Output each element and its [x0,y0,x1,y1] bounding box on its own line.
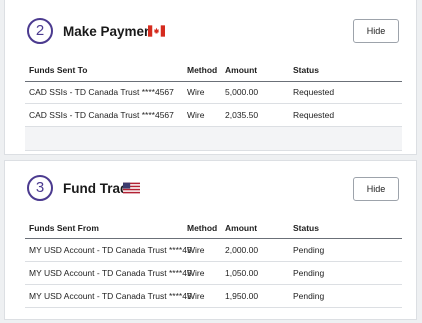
row-method: Wire [187,291,205,301]
fund-trade-card: 3 Fund Trade Hide Funds Sent From Method… [4,160,417,320]
row-method: Wire [187,245,205,255]
row-divider [25,284,402,285]
column-header-status: Status [293,65,319,75]
step-number-badge: 2 [27,18,53,44]
row-method: Wire [187,268,205,278]
row-account: MY USD Account - TD Canada Trust ****45 [29,268,192,278]
column-header-amount: Amount [225,65,258,75]
row-divider [25,261,402,262]
row-account: CAD SSIs - TD Canada Trust ****4567 [29,110,174,120]
header-divider [25,238,402,239]
row-divider [25,103,402,104]
usa-flag-icon [123,182,140,194]
row-amount: 2,000.00 [225,245,259,255]
column-header-funds-sent-to: Funds Sent To [29,65,88,75]
column-header-method: Method [187,65,218,75]
column-header-amount: Amount [225,223,258,233]
row-status: Pending [293,245,325,255]
canada-flag-icon [148,25,165,37]
hide-make-payments-button[interactable]: Hide [353,19,399,43]
row-status: Pending [293,291,325,301]
column-header-funds-sent-from: Funds Sent From [29,223,99,233]
header-divider [25,81,402,82]
row-divider [25,307,402,308]
column-header-method: Method [187,223,218,233]
row-account: CAD SSIs - TD Canada Trust ****4567 [29,87,174,97]
row-amount: 2,035.50 [225,110,259,120]
make-payments-card: 2 Make Payments Hide Funds Sent To Metho… [4,0,417,155]
row-status: Requested [293,110,335,120]
row-account: MY USD Account - TD Canada Trust ****45 [29,245,192,255]
column-header-status: Status [293,223,319,233]
row-method: Wire [187,110,205,120]
row-amount: 1,050.00 [225,268,259,278]
row-status: Requested [293,87,335,97]
hide-fund-trade-button[interactable]: Hide [353,177,399,201]
row-account: MY USD Account - TD Canada Trust ****45 [29,291,192,301]
row-method: Wire [187,87,205,97]
row-status: Pending [293,268,325,278]
row-amount: 5,000.00 [225,87,259,97]
step-number-badge: 3 [27,175,53,201]
row-divider [25,150,402,151]
empty-row [25,127,402,150]
row-amount: 1,950.00 [225,291,259,301]
